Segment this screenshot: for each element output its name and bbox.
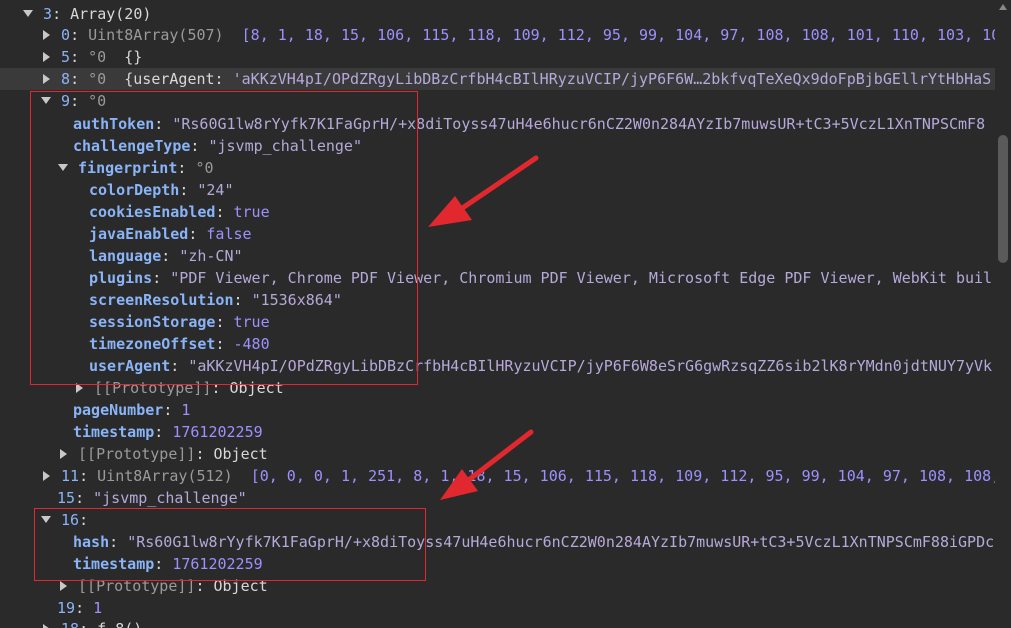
vertical-scrollbar[interactable]	[995, 0, 1011, 628]
annotation-arrow-lower	[440, 429, 534, 500]
scrollbar-thumb[interactable]	[998, 135, 1008, 263]
scroll-up-arrow-icon[interactable]	[999, 4, 1007, 10]
annotation-arrows	[428, 155, 539, 500]
annotation-arrow-upper	[428, 155, 539, 227]
